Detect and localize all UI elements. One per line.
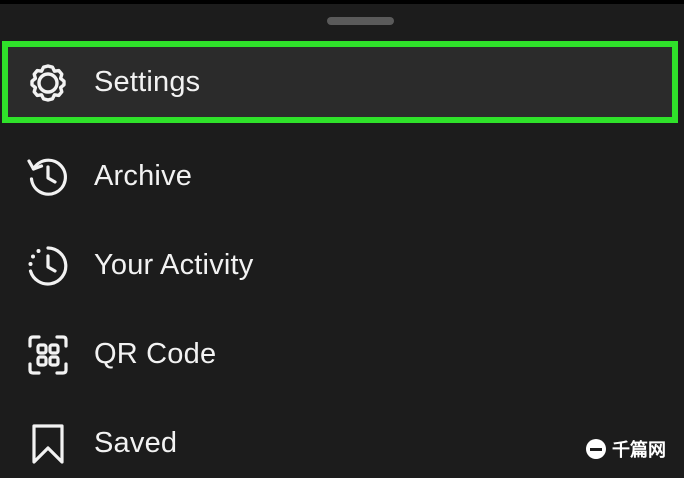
menu-item-label: QR Code — [94, 338, 217, 370]
menu-item-saved[interactable]: Saved — [0, 399, 684, 478]
menu-item-archive[interactable]: Archive — [0, 132, 684, 221]
menu-item-label: Archive — [94, 160, 193, 192]
menu-item-label: Saved — [94, 427, 178, 459]
watermark: 千篇网 — [586, 436, 666, 462]
menu-item-your-activity[interactable]: Your Activity — [0, 221, 684, 310]
bottom-sheet-menu: Settings Archive Your Activity QR Code S… — [0, 0, 684, 478]
drag-handle[interactable] — [327, 17, 394, 25]
menu-item-settings[interactable]: Settings — [0, 38, 684, 127]
watermark-text: 千篇网 — [612, 440, 666, 460]
bookmark-icon — [26, 422, 70, 466]
menu-item-label: Your Activity — [94, 249, 254, 281]
history-icon — [26, 155, 70, 199]
qr-code-icon — [26, 333, 70, 377]
sheet-top-edge — [0, 0, 684, 4]
activity-icon — [26, 244, 70, 288]
menu-item-qr-code[interactable]: QR Code — [0, 310, 684, 399]
gear-icon — [26, 61, 70, 105]
watermark-logo-icon — [586, 439, 606, 459]
menu-item-label: Settings — [94, 66, 201, 98]
